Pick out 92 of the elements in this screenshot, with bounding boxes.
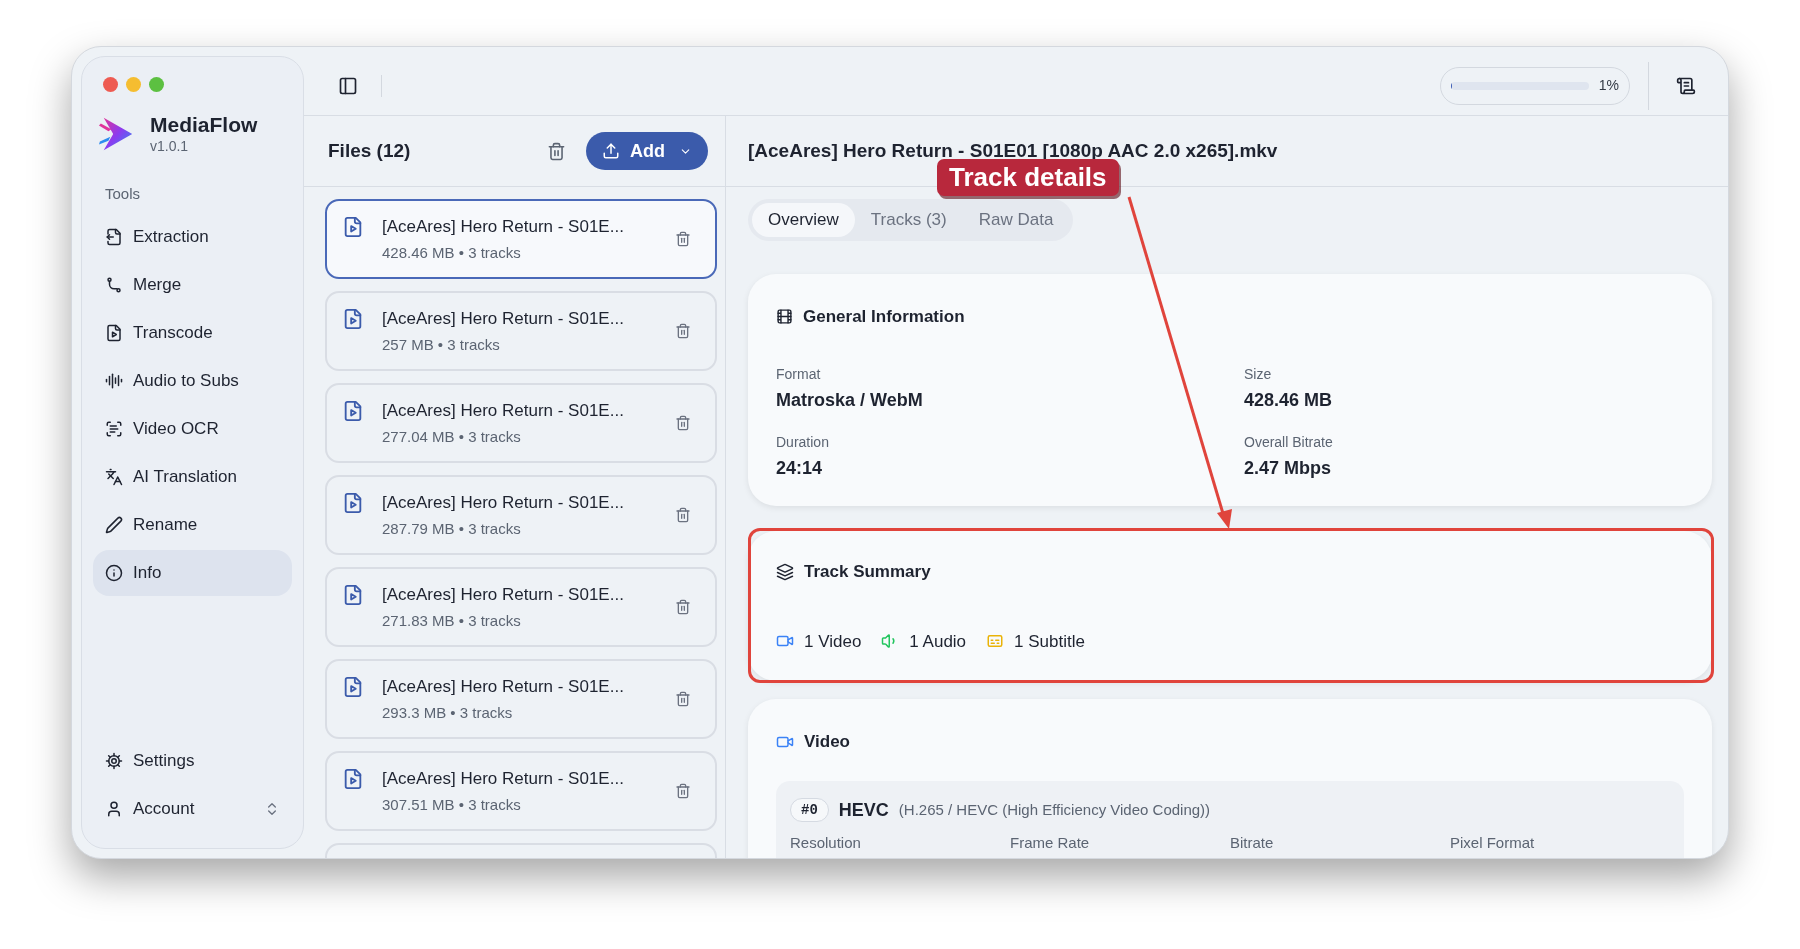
file-card[interactable]: [AceAres] Hero Return - S01E... 271.83 MB • 3 tracks [325,567,717,647]
file-card[interactable]: [AceAres] Hero Return - S01E... 277.04 MB • 3 tracks [325,383,717,463]
progress-reading: 1% [1598,76,1619,95]
pencil-icon [105,515,123,534]
tab[interactable]: Overview [752,203,855,237]
nav-item[interactable]: Rename [93,501,292,548]
panel-icon [338,75,358,96]
field-label: Duration [776,432,830,452]
user-icon [105,800,123,818]
trash-icon [675,783,691,799]
trash-icon [675,507,691,523]
app-name: MediaFlow [150,113,258,137]
nav-item[interactable]: Video OCR [93,405,292,452]
field-label: Pixel Format [1450,832,1536,853]
nav-item[interactable]: Settings [93,738,292,784]
file-card[interactable]: [AceAres] Hero Return - S01E... 428.46 MB • 3 tracks [325,199,717,279]
film-icon [776,308,793,326]
file-play-icon [105,323,123,342]
field-value: 428.46 MB [1244,388,1334,412]
field-value: Matroska / WebM [776,388,924,412]
settings-icon [105,752,123,770]
file-play-icon [342,400,364,422]
file-meta: 428.46 MB • 3 tracks [382,243,522,263]
layers-icon [776,562,794,581]
branch-icon [105,275,123,294]
nav-item[interactable]: Extraction [93,213,292,260]
trash-icon [675,231,691,247]
annotation-label: Track details [937,159,1119,196]
file-meta: 277.04 MB • 3 tracks [382,427,522,447]
scroll-icon [1676,75,1696,96]
track-index: #0 [790,798,829,822]
file-card[interactable]: [AceAres] Hero Return - S01E... 287.79 MB • 3 tracks [325,475,717,555]
translate-icon [105,467,123,486]
info-icon [105,563,123,582]
file-name: [AceAres] Hero Return - S01E... [382,215,625,238]
add-button[interactable]: Add [586,132,708,170]
file-meta: 271.83 MB • 3 tracks [382,611,522,631]
file-play-icon [342,584,364,606]
field-label: Frame Rate [1010,832,1091,853]
files-title: Files (12) [328,138,412,163]
trash-icon [675,691,691,707]
file-meta: 287.79 MB • 3 tracks [382,519,522,539]
track-count: 1 Video [804,630,862,653]
file-card[interactable]: [AceAres] Hero Return - S01E... 293.3 MB • 3 tracks [325,659,717,739]
file-card[interactable]: [AceAres] Hero Return - S01E... 257 MB • 3 tracks [325,291,717,371]
app-version: v1.0.1 [150,137,190,155]
tab[interactable]: Raw Data [962,203,1070,237]
field-label: Resolution [790,832,862,853]
card-title: Video [804,731,850,753]
file-name: [AceAres] Hero Return - S01E... [382,491,625,514]
track-count: 1 Audio [909,630,967,653]
codec-name: HEVC [838,798,889,822]
field-value: 2.47 Mbps [1244,456,1333,480]
trash-icon [675,415,691,431]
file-meta: 257 MB • 3 tracks [382,335,501,355]
file-play-icon [342,676,364,698]
file-card[interactable]: [AceAres] Hero Return - S01E... 307.51 MB • 3 tracks [325,751,717,831]
file-play-icon [342,768,364,790]
section-label: Tools [104,184,142,204]
file-meta: 293.3 MB • 3 tracks [382,703,514,723]
file-arrow-icon [105,227,123,246]
tab[interactable]: Tracks (3) [854,203,963,237]
nav-item[interactable]: Info [93,549,292,596]
file-play-icon [342,308,364,330]
account-menu[interactable]: Account [93,786,292,832]
scan-text-icon [105,419,123,438]
trash-icon [675,599,691,615]
trash-icon [546,141,566,161]
file-name: [AceAres] Hero Return - S01E... [382,307,625,330]
card-title: Track Summary [804,561,931,583]
nav-item[interactable]: Audio to Subs [93,357,292,404]
field-label: Bitrate [1230,832,1275,853]
field-label: Format [776,364,822,384]
field-label: Size [1244,364,1273,384]
file-name: [AceAres] Hero Return - S01E... [382,399,625,422]
waveform-icon [105,371,123,390]
track-count: 1 Subtitle [1014,630,1085,653]
field-value: 24:14 [776,456,824,480]
file-play-icon [342,492,364,514]
codec-description: (H.265 / HEVC (High Efficiency Video Coding)) [898,799,1211,820]
card-title: General Information [803,306,965,328]
file-meta: 307.51 MB • 3 tracks [382,795,522,815]
field-label: Overall Bitrate [1244,432,1334,452]
nav-item[interactable]: Transcode [93,309,292,356]
file-play-icon [342,216,364,238]
file-name: [AceAres] Hero Return - S01E... [382,767,625,790]
file-name: [AceAres] Hero Return - S01E... [382,583,625,606]
nav-item[interactable]: AI Translation [93,453,292,500]
upload-icon [602,142,620,160]
nav-item[interactable]: Merge [93,261,292,308]
trash-icon [675,323,691,339]
file-name: [AceAres] Hero Return - S01E... [382,675,625,698]
